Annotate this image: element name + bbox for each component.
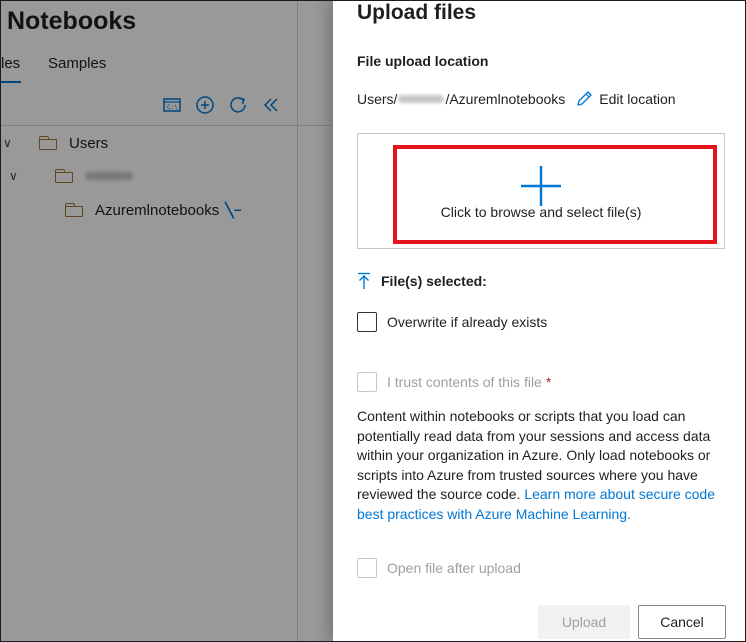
upload-arrow-icon <box>358 272 370 289</box>
screenshot-frame: Notebooks les Samples C:\ ∨ Users ∨ Azur… <box>0 0 746 642</box>
trust-label: I trust contents of this file <box>387 374 542 390</box>
location-suffix: /Azuremlnotebooks <box>445 91 566 107</box>
files-selected-header: File(s) selected: <box>357 271 487 291</box>
cancel-button[interactable]: Cancel <box>638 605 726 639</box>
open-after-upload-checkbox[interactable] <box>357 558 377 578</box>
pencil-icon <box>577 91 592 106</box>
trust-disclaimer: Content within notebooks or scripts that… <box>357 407 723 524</box>
location-prefix: Users/ <box>357 91 398 107</box>
panel-title: Upload files <box>357 1 477 24</box>
redacted-username <box>398 95 445 103</box>
trust-checkbox[interactable] <box>357 372 377 392</box>
overwrite-checkbox[interactable] <box>357 312 377 332</box>
edit-location-label: Edit location <box>599 91 676 107</box>
overwrite-checkbox-row[interactable]: Overwrite if already exists <box>357 311 547 333</box>
required-marker: * <box>545 374 552 390</box>
upload-button[interactable]: Upload <box>538 605 630 639</box>
overwrite-label: Overwrite if already exists <box>387 314 548 330</box>
files-selected-label: File(s) selected: <box>381 273 487 289</box>
upload-files-panel: Upload files File upload location Users/… <box>333 1 745 641</box>
open-after-upload-row[interactable]: Open file after upload <box>357 557 521 579</box>
file-upload-location-label: File upload location <box>357 53 489 69</box>
trust-checkbox-row[interactable]: I trust contents of this file * <box>357 371 551 393</box>
edit-location-button[interactable]: Edit location <box>575 90 676 108</box>
open-after-upload-label: Open file after upload <box>387 560 521 576</box>
browse-files-text[interactable]: Click to browse and select file(s) <box>357 204 725 220</box>
add-file-plus-icon[interactable] <box>519 164 563 208</box>
upload-location-path: Users/ /Azuremlnotebooks Edit location <box>357 89 676 109</box>
